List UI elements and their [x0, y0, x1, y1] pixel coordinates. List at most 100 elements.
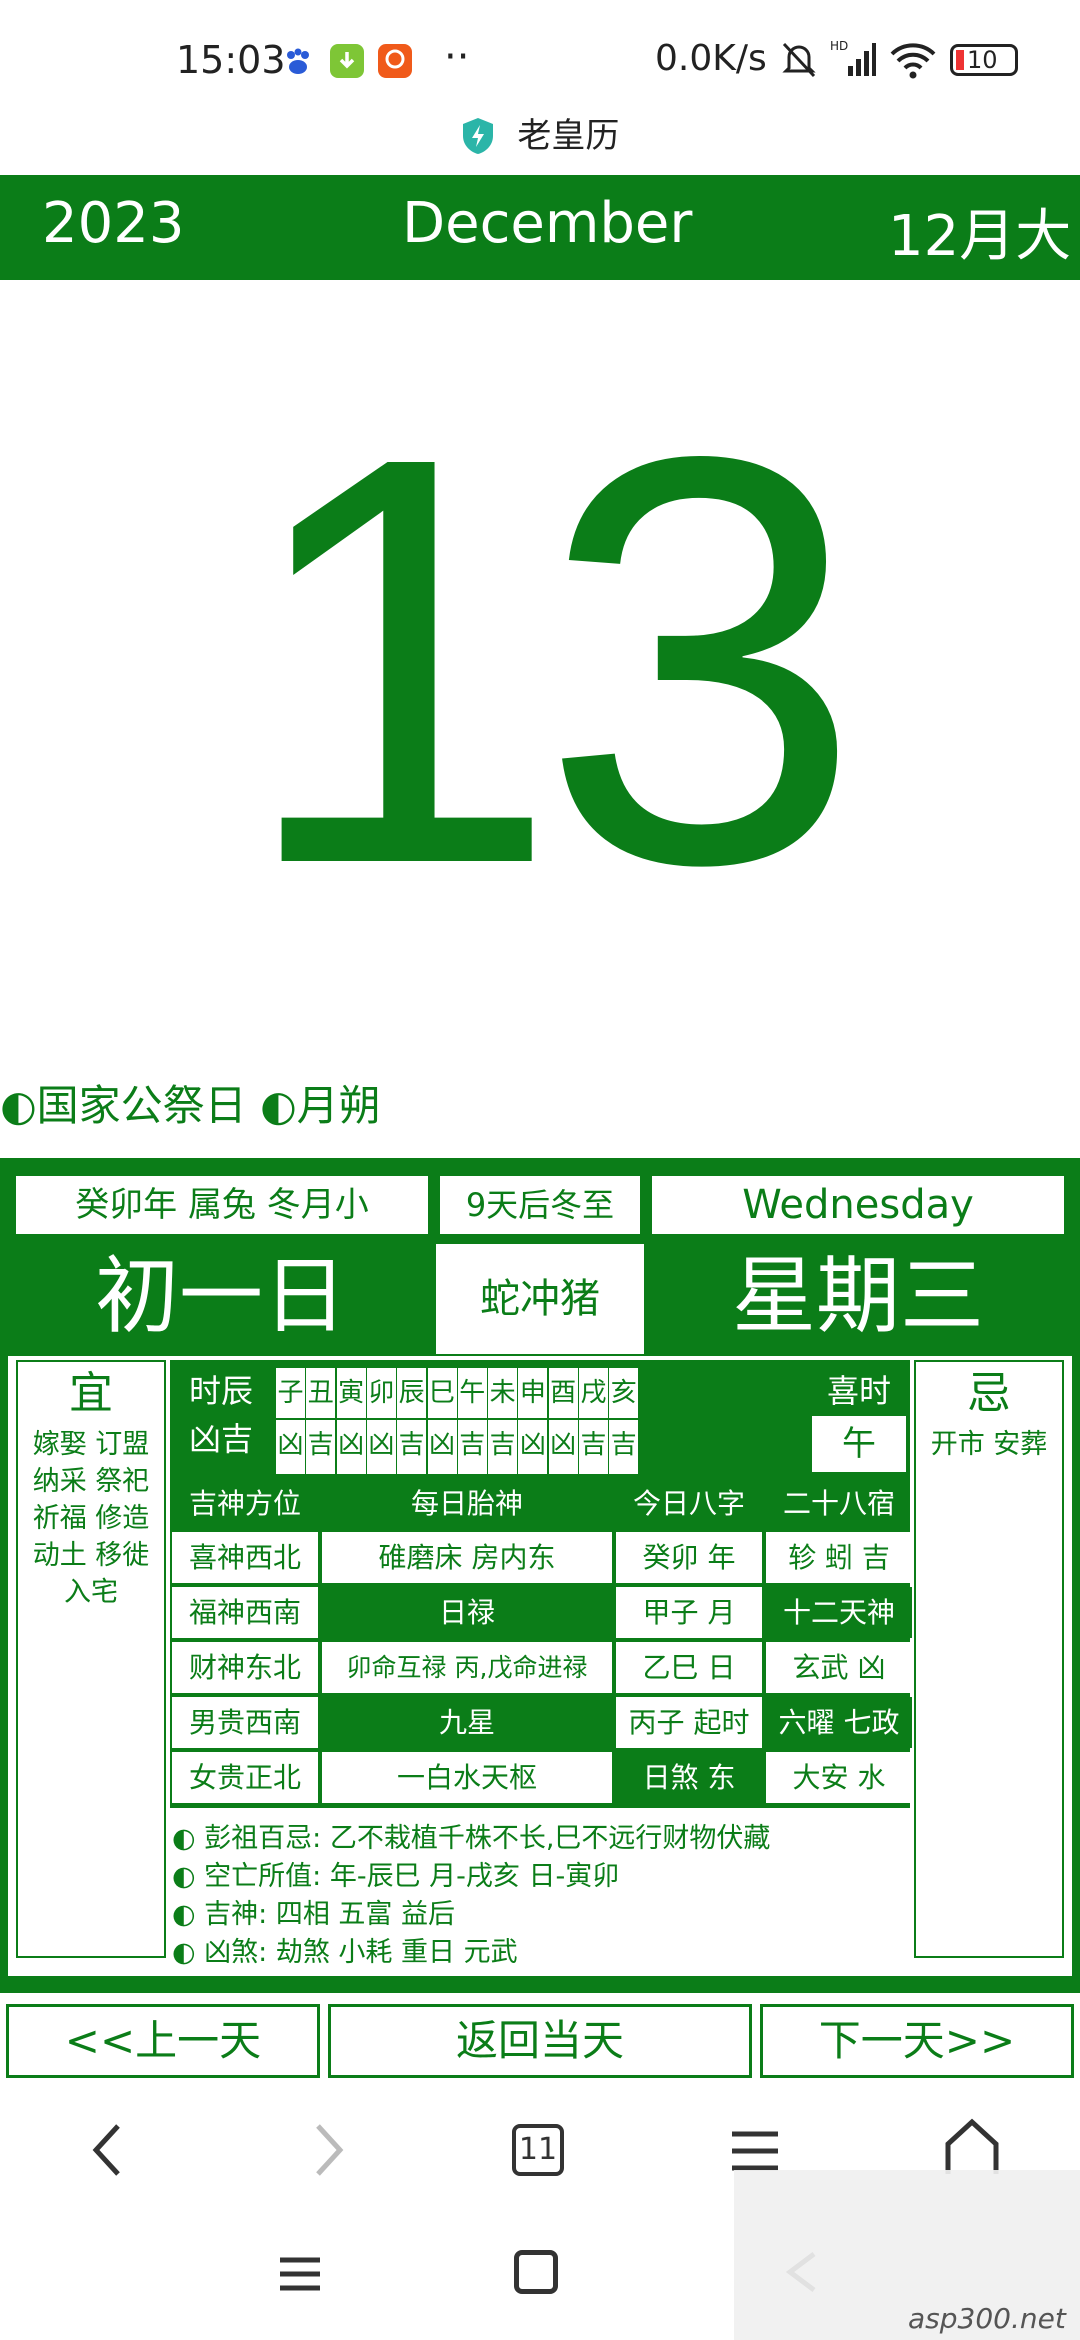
weekday-cn: 星期三 [731, 1247, 984, 1345]
ji-title: 忌 [967, 1368, 1011, 1419]
hour-luck: 吉 [306, 1418, 336, 1470]
xiongji-label: 凶吉 [188, 1420, 253, 1458]
hour-column: 亥吉 [609, 1368, 639, 1474]
hour-column: 戌吉 [579, 1368, 608, 1474]
yi-title: 宜 [69, 1368, 113, 1419]
note-line: ◐ 空亡所值: 年-辰巳 月-戌亥 日-寅卯 [172, 1861, 620, 1892]
prev-day-button[interactable]: <<上一天 [6, 2004, 320, 2078]
ji-column: 忌 开市 安葬 [914, 1360, 1064, 1958]
day-number: 13 [237, 336, 862, 984]
battery-icon: 10 [950, 44, 1018, 76]
yi-item: 入宅 [64, 1577, 118, 1608]
forward-icon[interactable] [308, 2120, 348, 2184]
yi-item: 嫁娶 订盟 [32, 1429, 150, 1460]
hour-branch: 卯 [368, 1378, 395, 1408]
recent-apps-icon[interactable] [278, 2252, 322, 2300]
taishen-cell: 卯命互禄 丙,戊命进禄 [322, 1642, 612, 1693]
solar-term-countdown: 9天后冬至 [440, 1176, 640, 1234]
taishen-cell: 一白水天枢 [322, 1752, 612, 1803]
hour-luck: 吉 [609, 1418, 639, 1470]
direction-cell: 喜神西北 [172, 1532, 318, 1583]
back-icon[interactable] [88, 2120, 128, 2184]
weekday-en: Wednesday [652, 1176, 1064, 1234]
taishen-cell: 碓磨床 房内东 [322, 1532, 612, 1583]
hour-luck: 凶 [366, 1418, 396, 1470]
yi-item: 纳采 祭祀 [32, 1466, 150, 1497]
hour-luck: 吉 [579, 1418, 608, 1470]
bazi-cell: 甲子 月 [616, 1587, 762, 1638]
network-speed: 0.0K/s [655, 38, 767, 79]
tabs-count-icon[interactable]: 11 [512, 2124, 564, 2176]
bazi-cell: 丙子 起时 [616, 1697, 762, 1748]
direction-cell: 男贵西南 [172, 1697, 318, 1748]
xishi-value: 午 [812, 1416, 906, 1472]
hour-luck: 吉 [457, 1418, 487, 1470]
next-day-button[interactable]: 下一天>> [760, 2004, 1074, 2078]
hour-column: 卯凶 [366, 1368, 396, 1474]
hour-column: 辰吉 [397, 1368, 427, 1474]
direction-cell: 女贵正北 [172, 1752, 318, 1803]
almanac-panel: 癸卯年 属兔 冬月小 9天后冬至 Wednesday 初一日 蛇冲猪 星期三 宜… [0, 1158, 1080, 1993]
taobao-icon [378, 44, 412, 78]
hour-column: 巳凶 [427, 1368, 457, 1474]
battery-level: 10 [967, 46, 998, 74]
download-app-icon [330, 44, 364, 78]
hour-column: 申凶 [518, 1368, 548, 1474]
year-label: 2023 [42, 191, 185, 256]
shield-icon [461, 117, 495, 155]
direction-cell: 财神东北 [172, 1642, 318, 1693]
status-time: 15:03 [176, 38, 286, 82]
hour-column: 丑吉 [306, 1368, 336, 1474]
col-header: 每日胎神 [410, 1487, 523, 1520]
hour-luck: 凶 [276, 1418, 305, 1470]
hour-branch: 午 [459, 1378, 486, 1408]
taishen-cell: 日禄 [322, 1587, 612, 1638]
hour-luck: 凶 [548, 1418, 578, 1470]
yi-column: 宜 嫁娶 订盟 纳采 祭祀 祈福 修造 动土 移徙 入宅 [16, 1360, 166, 1958]
svg-text:HD: HD [830, 39, 848, 53]
wifi-icon [888, 40, 938, 84]
ji-item: 开市 安葬 [930, 1429, 1048, 1460]
status-bar: 15:03 ·· 0.0K/s HD 10 [0, 0, 1080, 118]
mute-bell-icon [780, 40, 818, 84]
hour-luck: 吉 [488, 1418, 518, 1470]
app-title: 老皇历 [517, 116, 620, 156]
tabs-count: 11 [518, 2132, 558, 2167]
xiu-cell: 轸 蚓 吉 [766, 1532, 912, 1583]
system-home-icon[interactable] [514, 2250, 558, 2294]
watermark-overlay: asp300.net [734, 2170, 1080, 2340]
hour-column: 寅凶 [336, 1368, 366, 1474]
hour-branch: 亥 [610, 1378, 637, 1408]
note-line: ◐ 吉神: 四相 五富 益后 [172, 1899, 455, 1930]
baidu-icon [283, 46, 313, 76]
yi-item: 祈福 修造 [32, 1503, 150, 1534]
year-info: 癸卯年 属兔 冬月小 [16, 1176, 428, 1234]
hour-branch: 申 [519, 1378, 546, 1408]
hour-column: 未吉 [488, 1368, 518, 1474]
note-line: ◐ 凶煞: 劫煞 小耗 重日 元武 [172, 1937, 518, 1968]
watermark-text: asp300.net [908, 2302, 1066, 2335]
hour-luck: 凶 [336, 1418, 366, 1470]
conflict-zodiac: 蛇冲猪 [436, 1244, 644, 1354]
xishi-label: 喜时 [826, 1372, 891, 1410]
hour-column: 午吉 [457, 1368, 487, 1474]
hour-luck: 吉 [397, 1418, 427, 1470]
hour-branch: 未 [489, 1378, 516, 1408]
hour-branch: 寅 [338, 1378, 365, 1408]
more-notifications-icon: ·· [444, 34, 470, 80]
hour-branch: 辰 [398, 1378, 425, 1408]
lunar-day: 初一日 [94, 1247, 347, 1345]
col-header: 吉神方位 [188, 1487, 301, 1520]
xiu-cell: 六曜 七政 [766, 1697, 912, 1748]
month-cn-label: 12月大 [888, 204, 1072, 269]
shichen-label: 时辰 [188, 1372, 253, 1410]
col-header: 二十八宿 [782, 1487, 895, 1520]
app-title-bar: 老皇历 [0, 106, 1080, 166]
hour-branch: 戌 [580, 1378, 607, 1408]
hour-luck: 凶 [518, 1418, 548, 1470]
xiu-cell: 玄武 凶 [766, 1642, 912, 1693]
today-button[interactable]: 返回当天 [328, 2004, 752, 2078]
xiu-cell: 十二天神 [766, 1587, 912, 1638]
xiu-cell: 大安 水 [766, 1752, 912, 1803]
hour-luck: 凶 [427, 1418, 457, 1470]
